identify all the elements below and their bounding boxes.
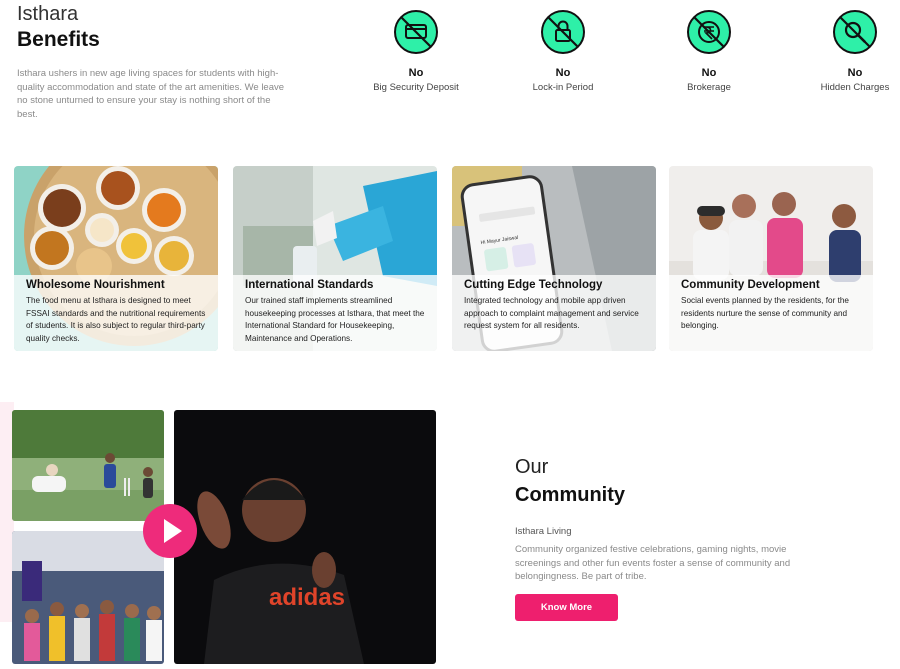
lock-icon: [541, 10, 585, 54]
perk-no-lock-in: No Lock-in Period: [508, 10, 618, 93]
community-heading: Our Community: [515, 455, 625, 511]
community-title-bold: Community: [515, 484, 625, 506]
perk-no-label: No: [408, 67, 424, 79]
rupee-icon: [687, 10, 731, 54]
benefits-title-light: Isthara: [17, 3, 79, 25]
speaker-photo: adidas: [174, 410, 436, 664]
perk-no-hidden-charges: No Hidden Charges: [800, 10, 900, 93]
card-overlay: Wholesome Nourishment The food menu at I…: [14, 275, 218, 351]
perk-label: Hidden Charges: [820, 82, 890, 93]
feature-card-community[interactable]: Community Development Social events plan…: [669, 166, 873, 351]
card-overlay: Community Development Social events plan…: [669, 275, 873, 351]
perk-no-label: No: [555, 67, 571, 79]
card-description: Integrated technology and mobile app dri…: [464, 296, 639, 330]
benefits-description: Isthara ushers in new age living spaces …: [17, 68, 285, 120]
feature-card-standards[interactable]: International Standards Our trained staf…: [233, 166, 437, 351]
perk-label: Brokerage: [687, 82, 731, 93]
perk-label: Big Security Deposit: [373, 82, 459, 93]
festival-photo: [12, 531, 164, 664]
card-description: Our trained staff implements streamlined…: [245, 296, 425, 343]
community-description: Community organized festive celebrations…: [515, 544, 791, 582]
card-title: International Standards: [245, 279, 374, 291]
community-subtitle: Isthara Living: [515, 526, 572, 537]
cricket-image: [12, 410, 164, 521]
card-description: The food menu at Isthara is designed to …: [26, 296, 206, 343]
benefits-heading: Isthara Benefits: [17, 3, 100, 55]
festival-group-image: [12, 531, 164, 664]
cricket-photo: [12, 410, 164, 521]
card-description: Social events planned by the residents, …: [681, 296, 849, 330]
community-title-light: Our: [515, 456, 549, 478]
perk-no-label: No: [847, 67, 863, 79]
card-overlay: International Standards Our trained staf…: [233, 275, 437, 351]
shirt-logo-text: adidas: [269, 584, 345, 611]
speaker-image: adidas: [174, 410, 436, 664]
feature-card-nourishment[interactable]: Wholesome Nourishment The food menu at I…: [14, 166, 218, 351]
card-title: Wholesome Nourishment: [26, 279, 165, 291]
play-video-button[interactable]: [143, 504, 197, 558]
know-more-button[interactable]: Know More: [515, 594, 618, 621]
perk-no-brokerage: No Brokerage: [654, 10, 764, 93]
card-title: Cutting Edge Technology: [464, 279, 603, 291]
perk-no-security-deposit: No Big Security Deposit: [361, 10, 471, 93]
card-title: Community Development: [681, 279, 820, 291]
benefits-title-bold: Benefits: [17, 28, 100, 51]
perk-no-label: No: [701, 67, 717, 79]
search-icon: [833, 10, 877, 54]
card-payment-icon: [394, 10, 438, 54]
perk-label: Lock-in Period: [532, 82, 594, 93]
card-overlay: Cutting Edge Technology Integrated techn…: [452, 275, 656, 351]
feature-card-technology[interactable]: Hi Mayur Jaiswal Cutting Edge Technology…: [452, 166, 656, 351]
play-icon: [164, 519, 182, 543]
